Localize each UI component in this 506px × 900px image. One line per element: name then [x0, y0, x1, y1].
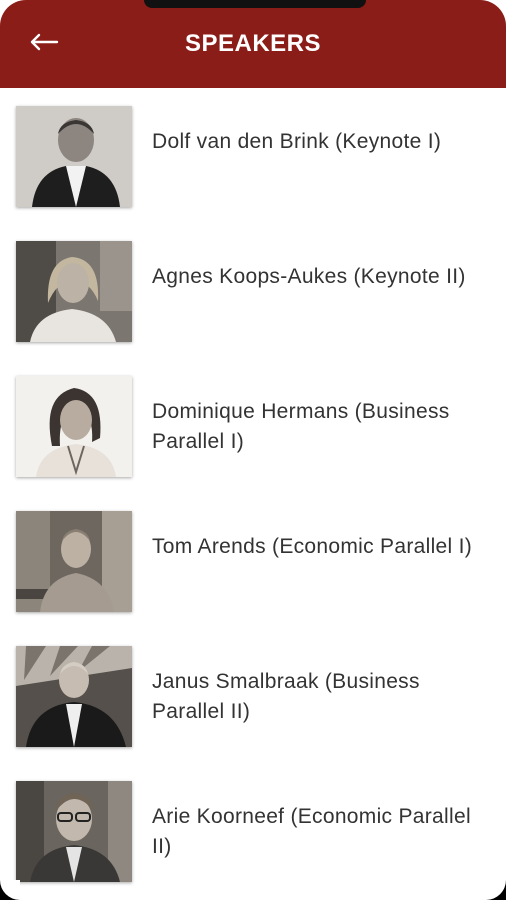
- speaker-portrait-image: [16, 781, 132, 882]
- speaker-photo: [16, 241, 132, 342]
- speaker-name: Arie Koorneef (Economic Parallel II): [152, 805, 471, 858]
- app-screen: SPEAKERS Dolf van den Brink (Keynote I): [0, 0, 506, 900]
- page-title: SPEAKERS: [184, 30, 322, 57]
- speaker-item[interactable]: Tom Arends (Economic Parallel I): [0, 493, 506, 613]
- speaker-portrait-image: [16, 241, 132, 342]
- speaker-name: Agnes Koops-Aukes (Keynote II): [152, 265, 466, 288]
- speaker-name: Tom Arends (Economic Parallel I): [152, 535, 473, 558]
- speaker-list: Dolf van den Brink (Keynote I) Agnes Koo…: [0, 88, 506, 900]
- speaker-item[interactable]: Agnes Koops-Aukes (Keynote II): [0, 223, 506, 343]
- speaker-portrait-image: [16, 106, 132, 207]
- speaker-name: Janus Smalbraak (Business Parallel II): [152, 670, 420, 723]
- speaker-item[interactable]: Janus Smalbraak (Business Parallel II): [0, 628, 506, 748]
- speaker-item[interactable]: Dolf van den Brink (Keynote I): [0, 88, 506, 208]
- speaker-photo: [16, 511, 132, 612]
- app-header: SPEAKERS: [0, 0, 506, 88]
- device-notch: [144, 0, 366, 8]
- speaker-portrait-image: [16, 511, 132, 612]
- speaker-name: Dolf van den Brink (Keynote I): [152, 130, 442, 153]
- speaker-portrait-image: [16, 376, 132, 477]
- device-corner-right: [486, 880, 506, 900]
- speaker-photo: [16, 781, 132, 882]
- speaker-photo: [16, 646, 132, 747]
- speaker-photo: [16, 376, 132, 477]
- speaker-item[interactable]: Dominique Hermans (Business Parallel I): [0, 358, 506, 478]
- speaker-name: Dominique Hermans (Business Parallel I): [152, 400, 450, 453]
- speaker-item[interactable]: Arie Koorneef (Economic Parallel II): [0, 763, 506, 883]
- device-corner-left: [0, 880, 20, 900]
- speaker-portrait-image: [16, 646, 132, 747]
- speaker-photo: [16, 106, 132, 207]
